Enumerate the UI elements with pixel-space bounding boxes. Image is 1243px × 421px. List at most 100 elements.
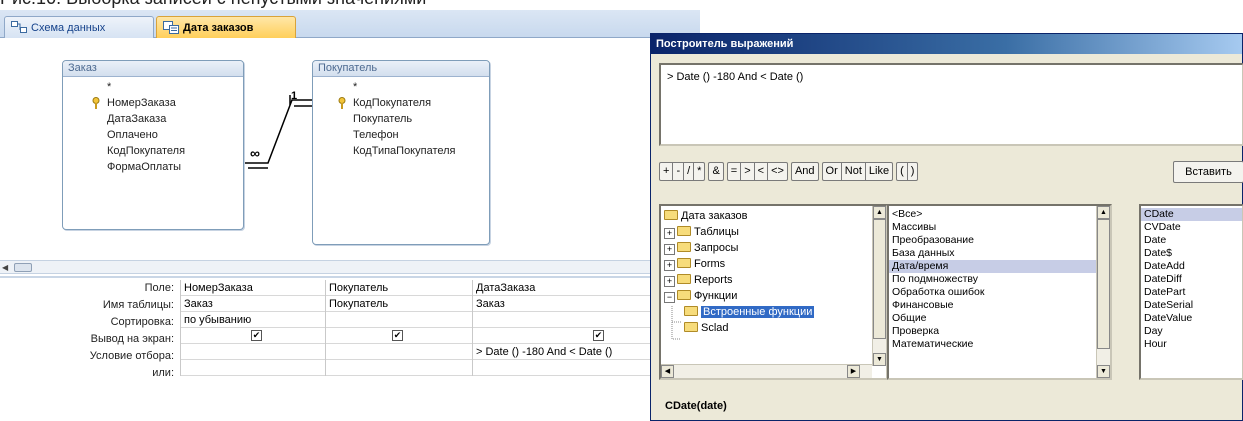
multiply-button[interactable]: * <box>694 163 704 180</box>
list-item[interactable]: Финансовые <box>889 299 1110 312</box>
scroll-right-icon[interactable]: ▶ <box>847 365 860 378</box>
grid-cell-sort[interactable]: по убыванию <box>181 312 330 328</box>
tree-item-forms[interactable]: + Forms <box>664 256 886 272</box>
grid-column-3[interactable]: ДатаЗаказа Заказ ✔ > Date () -180 And < … <box>472 280 650 376</box>
tree-horizontal-scrollbar[interactable]: ◀ ▶ <box>661 364 872 378</box>
tree-item-sclad[interactable]: Sclad <box>664 320 886 336</box>
list-item[interactable]: Hour <box>1141 338 1242 351</box>
scroll-thumb[interactable] <box>14 263 32 272</box>
list-item[interactable]: Общие <box>889 312 1110 325</box>
not-button[interactable]: Not <box>842 163 866 180</box>
list-item[interactable]: <Все> <box>889 208 1110 221</box>
list-item-selected[interactable]: CDate <box>1141 208 1242 221</box>
scroll-thumb[interactable] <box>873 219 886 339</box>
canvas-horizontal-scrollbar[interactable]: ◀ <box>0 260 700 274</box>
list-item[interactable]: DateAdd <box>1141 260 1242 273</box>
expression-input[interactable]: > Date () -180 And < Date () <box>659 63 1243 146</box>
order-field-payment-form[interactable]: ФормаОплаты <box>63 159 243 175</box>
scroll-down-icon[interactable]: ▼ <box>873 353 886 366</box>
customer-table-title[interactable]: Покупатель <box>313 61 489 77</box>
concat-button[interactable]: & <box>708 162 724 181</box>
expand-icon[interactable]: + <box>664 260 675 271</box>
scroll-left-icon[interactable]: ◀ <box>661 365 674 378</box>
tree-item-reports[interactable]: + Reports <box>664 272 886 288</box>
tree-item-query[interactable]: Дата заказов <box>664 208 886 224</box>
customer-field-phone[interactable]: Телефон <box>313 127 489 143</box>
category-vertical-scrollbar[interactable]: ▲ ▼ <box>1096 206 1110 378</box>
list-item[interactable]: Преобразование <box>889 234 1110 247</box>
equals-button[interactable]: = <box>728 163 742 180</box>
customer-field-id[interactable]: КодПокупателя <box>313 95 489 111</box>
grid-column-1[interactable]: НомерЗаказа Заказ по убыванию ✔ <box>180 280 330 376</box>
customer-field-type-id[interactable]: КодТипаПокупателя <box>313 143 489 159</box>
grid-cell-criteria[interactable]: > Date () -180 And < Date () <box>473 344 650 360</box>
grid-cell-field[interactable]: ДатаЗаказа <box>473 280 650 296</box>
not-equal-button[interactable]: <> <box>768 163 787 180</box>
list-item[interactable]: Day <box>1141 325 1242 338</box>
order-field-date[interactable]: ДатаЗаказа <box>63 111 243 127</box>
scroll-thumb[interactable] <box>1097 219 1110 349</box>
category-list[interactable]: <Все> Массивы Преобразование База данных… <box>887 204 1112 380</box>
expand-icon[interactable]: + <box>664 276 675 287</box>
close-paren-button[interactable]: ) <box>908 163 918 180</box>
grid-cell-or[interactable] <box>473 360 650 376</box>
list-item[interactable]: База данных <box>889 247 1110 260</box>
customer-field-name[interactable]: Покупатель <box>313 111 489 127</box>
list-item[interactable]: Массивы <box>889 221 1110 234</box>
list-item[interactable]: Обработка ошибок <box>889 286 1110 299</box>
object-tree[interactable]: Дата заказов + Таблицы + Запросы + Forms + R… <box>659 204 888 380</box>
insert-button[interactable]: Вставить <box>1173 161 1243 183</box>
list-item[interactable]: DateSerial <box>1141 299 1242 312</box>
order-field-number[interactable]: НомерЗаказа <box>63 95 243 111</box>
list-item[interactable]: Математические <box>889 338 1110 351</box>
grid-cell-show[interactable]: ✔ <box>473 328 650 344</box>
order-field-all[interactable]: * <box>63 79 243 95</box>
grid-cell-sort[interactable] <box>326 312 475 328</box>
tree-item-functions[interactable]: − Функции <box>664 288 886 304</box>
customer-table[interactable]: Покупатель * КодПокупателя Покупатель Те… <box>312 60 490 245</box>
tree-item-builtin[interactable]: Встроенные функции <box>664 304 886 320</box>
grid-cell-sort[interactable] <box>473 312 650 328</box>
scroll-up-icon[interactable]: ▲ <box>1097 206 1110 219</box>
grid-cell-show[interactable]: ✔ <box>326 328 475 344</box>
scroll-down-icon[interactable]: ▼ <box>1097 365 1110 378</box>
grid-cell-table[interactable]: Заказ <box>473 296 650 312</box>
list-item[interactable]: По подмножеству <box>889 273 1110 286</box>
minus-button[interactable]: - <box>673 163 685 180</box>
list-item-selected[interactable]: Дата/время <box>889 260 1110 273</box>
grid-cell-table[interactable]: Заказ <box>181 296 330 312</box>
show-checkbox[interactable]: ✔ <box>593 330 604 341</box>
grid-cell-table[interactable]: Покупатель <box>326 296 475 312</box>
list-item[interactable]: Date$ <box>1141 247 1242 260</box>
expand-icon[interactable]: + <box>664 228 675 239</box>
tab-relationships[interactable]: Схема данных <box>4 16 154 38</box>
order-table-title[interactable]: Заказ <box>63 61 243 77</box>
less-button[interactable]: < <box>755 163 769 180</box>
list-item[interactable]: DatePart <box>1141 286 1242 299</box>
grid-column-2[interactable]: Покупатель Покупатель ✔ <box>325 280 475 376</box>
like-button[interactable]: Like <box>866 163 892 180</box>
grid-cell-show[interactable]: ✔ <box>181 328 330 344</box>
tree-vertical-scrollbar[interactable]: ▲ ▼ <box>872 206 886 366</box>
list-item[interactable]: Проверка <box>889 325 1110 338</box>
and-button[interactable]: And <box>790 162 819 181</box>
list-item[interactable]: DateDiff <box>1141 273 1242 286</box>
show-checkbox[interactable]: ✔ <box>392 330 403 341</box>
grid-cell-or[interactable] <box>326 360 475 376</box>
or-button[interactable]: Or <box>823 163 842 180</box>
tree-item-queries[interactable]: + Запросы <box>664 240 886 256</box>
grid-cell-criteria[interactable] <box>326 344 475 360</box>
scroll-left-arrow-icon[interactable]: ◀ <box>2 263 12 272</box>
order-field-customer-id[interactable]: КодПокупателя <box>63 143 243 159</box>
order-field-paid[interactable]: Оплачено <box>63 127 243 143</box>
divide-button[interactable]: / <box>684 163 695 180</box>
show-checkbox[interactable]: ✔ <box>251 330 262 341</box>
tree-item-tables[interactable]: + Таблицы <box>664 224 886 240</box>
customer-field-all[interactable]: * <box>313 79 489 95</box>
open-paren-button[interactable]: ( <box>897 163 908 180</box>
tab-order-date[interactable]: Дата заказов <box>156 16 296 38</box>
scroll-up-icon[interactable]: ▲ <box>873 206 886 219</box>
list-item[interactable]: DateValue <box>1141 312 1242 325</box>
grid-cell-field[interactable]: Покупатель <box>326 280 475 296</box>
grid-cell-or[interactable] <box>181 360 330 376</box>
